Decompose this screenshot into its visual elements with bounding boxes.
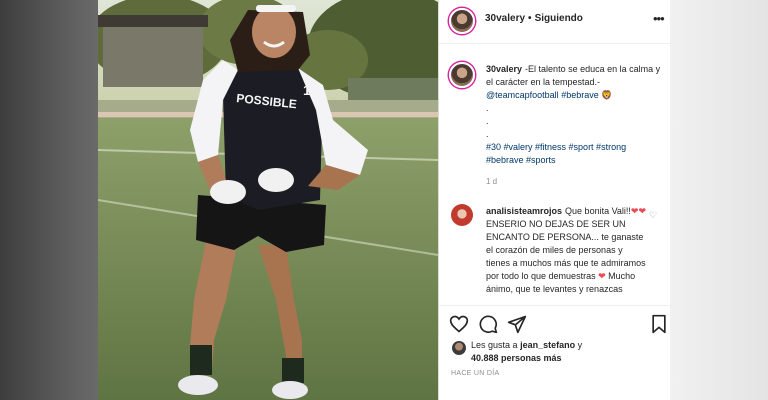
post-panel: 30valery • Siguiendo ••• 30valery -El talen… [438,0,671,400]
caption-username[interactable]: 30valery [486,64,522,74]
likes-prefix: Les gusta a [471,340,518,350]
likes-count[interactable]: 40.888 personas más [471,353,562,363]
caption-avatar[interactable] [449,62,475,88]
author-avatar[interactable] [449,8,475,34]
commenter-username[interactable]: analisisteamrojos [486,206,562,216]
comment-icon[interactable] [478,314,498,334]
caption-dot: . [486,103,489,113]
comment-text: Que bonita Vali!! [565,206,631,216]
background-left [0,0,98,400]
share-icon[interactable] [507,314,527,334]
likes-and: y [577,340,583,350]
caption-time: 1 d [486,177,498,186]
caption-hashtags[interactable]: #bebrave #sports [486,155,556,165]
likes-summary: Les gusta a jean_stefano y 40.888 person… [471,339,661,365]
jersey-number: 1 [303,82,311,98]
author-username[interactable]: 30valery [485,13,525,24]
post-photo[interactable]: POSSIBLE 1 [98,0,438,400]
post-caption: 30valery -El talento se educa en la calma… [486,63,664,167]
lion-emoji-icon: 🦁 [601,90,613,100]
commenter-avatar[interactable] [451,204,473,226]
caption-hashtags[interactable]: #30 #valery #fitness #sport #strong [486,142,626,152]
comment-like-icon[interactable]: ♡ [649,210,657,221]
separator-dot: • [528,13,532,24]
caption-dot: . [486,129,489,139]
bookmark-icon[interactable] [649,314,669,334]
caption-dot: . [486,116,489,126]
more-icon[interactable]: ••• [653,11,665,26]
post-time[interactable]: HACE UN DÍA [451,370,499,377]
caption-tag-bebrave[interactable]: #bebrave [561,90,599,100]
comment: analisisteamrojos Que bonita Vali!!❤❤ ENS… [486,205,646,305]
caption-mention[interactable]: @teamcapfootball [486,90,559,100]
red-heart-icon: ❤ [598,271,606,281]
photo-illustration: POSSIBLE 1 [98,0,438,400]
follow-status[interactable]: Siguiendo [535,13,583,24]
background-right [670,0,768,400]
liker-username[interactable]: jean_stefano [520,340,575,350]
action-bar: Les gusta a jean_stefano y 40.888 person… [439,305,671,400]
post-header: 30valery • Siguiendo ••• [439,0,671,44]
red-heart-icon: ❤❤ [630,206,646,216]
liker-avatar[interactable] [452,341,466,355]
heart-icon[interactable] [449,314,469,334]
author-line: 30valery • Siguiendo [485,13,583,24]
